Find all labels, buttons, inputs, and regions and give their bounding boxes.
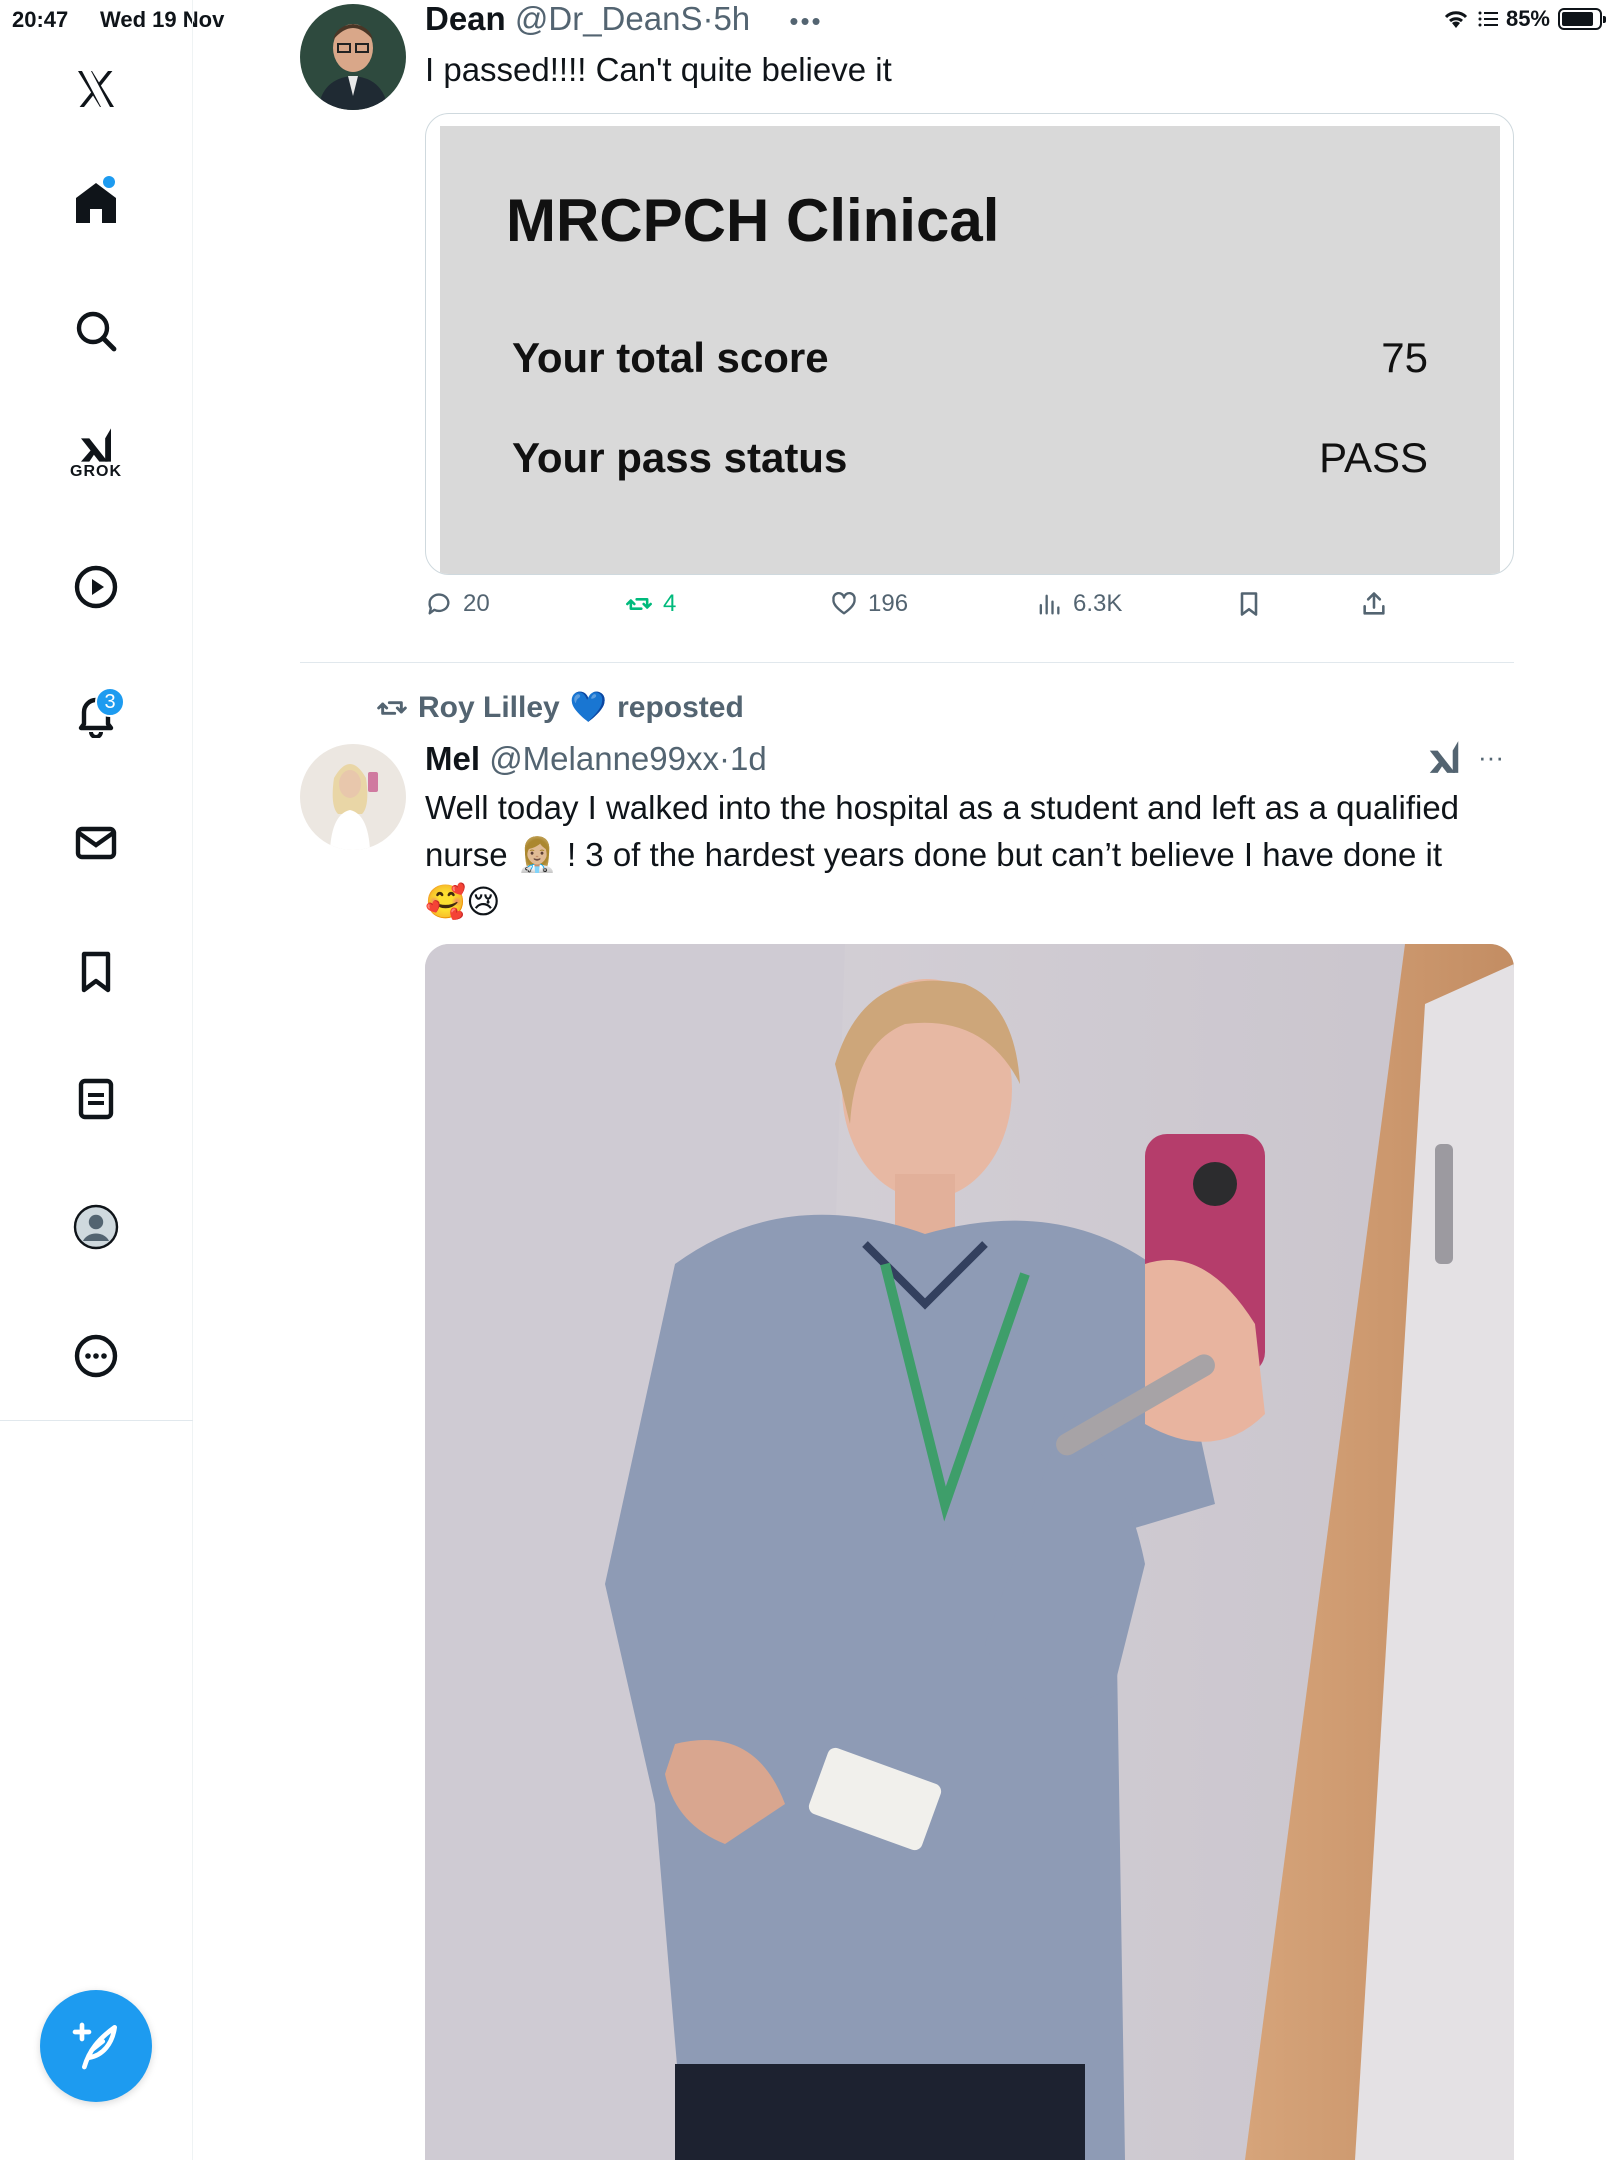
grok-icon bbox=[1429, 741, 1459, 773]
result-image[interactable]: MRCPCH Clinical Your total score 75 Your… bbox=[425, 113, 1514, 575]
reply-button[interactable]: 20 bbox=[425, 590, 490, 618]
author-handle[interactable]: @Dr_DeanS bbox=[515, 0, 703, 37]
status-indicators: 85% bbox=[1442, 6, 1606, 32]
grok-explain-button[interactable] bbox=[1425, 738, 1463, 781]
battery-level bbox=[1562, 12, 1593, 26]
header-separator: · bbox=[702, 0, 714, 37]
grok-icon bbox=[81, 428, 111, 462]
more-options-button[interactable]: ··· bbox=[1478, 742, 1504, 773]
battery-percent: 85% bbox=[1505, 6, 1550, 31]
sidebar: GROK 3 bbox=[0, 0, 193, 2160]
tweet-text: Well today I walked into the hospital as… bbox=[425, 784, 1459, 925]
tweet-divider bbox=[300, 662, 1514, 663]
tweet-header: Dean @Dr_DeanS·5h ••• bbox=[425, 0, 823, 38]
focus-list-icon bbox=[1478, 11, 1498, 27]
card-title: MRCPCH Clinical bbox=[506, 187, 1000, 254]
tweet-text: I passed!!!! Can't quite believe it bbox=[425, 51, 892, 88]
repost-button[interactable]: 4 bbox=[625, 590, 676, 618]
notification-badge: 3 bbox=[95, 687, 125, 717]
tweet-text-line: Well today I walked into the hospital as… bbox=[425, 789, 1460, 826]
sidebar-item-videos[interactable] bbox=[55, 546, 137, 628]
sidebar-item-more[interactable] bbox=[55, 1315, 137, 1397]
grok-label: GROK bbox=[70, 463, 122, 480]
author-name[interactable]: Mel bbox=[425, 740, 480, 777]
repost-icon bbox=[377, 700, 407, 715]
share-button[interactable] bbox=[1360, 590, 1388, 618]
sidebar-item-bookmarks[interactable] bbox=[55, 931, 137, 1013]
like-count: 196 bbox=[868, 590, 909, 617]
author-name[interactable]: Dean bbox=[425, 0, 506, 37]
repost-icon bbox=[626, 598, 652, 610]
avatar-mel-image bbox=[300, 744, 406, 850]
sidebar-divider bbox=[0, 1420, 193, 1421]
battery-icon bbox=[1558, 8, 1606, 30]
play-icon bbox=[74, 565, 118, 609]
repost-context[interactable]: Roy Lilley 💙 reposted bbox=[376, 690, 744, 725]
sidebar-item-lists[interactable] bbox=[55, 1058, 137, 1140]
blue-heart-emoji: 💙 bbox=[569, 691, 608, 724]
bookmark-button[interactable] bbox=[1235, 590, 1263, 618]
more-options-button[interactable]: ••• bbox=[789, 6, 822, 36]
tweet-actions: 20 4 196 6.3K bbox=[425, 590, 1425, 630]
sidebar-item-notifications[interactable]: 3 bbox=[55, 673, 137, 755]
sidebar-item-grok[interactable]: GROK bbox=[55, 412, 137, 494]
sidebar-item-profile[interactable] bbox=[55, 1186, 137, 1268]
wifi-icon bbox=[1444, 11, 1468, 28]
author-handle[interactable]: @Melanne99xx bbox=[489, 740, 719, 777]
sidebar-item-explore[interactable] bbox=[55, 290, 137, 372]
share-icon bbox=[1363, 592, 1385, 615]
status-value: PASS bbox=[1319, 434, 1428, 481]
bookmark-icon bbox=[1240, 592, 1258, 616]
profile-icon bbox=[73, 1204, 119, 1250]
x-logo-icon bbox=[78, 71, 114, 107]
avatar-mel[interactable] bbox=[300, 744, 406, 850]
search-icon bbox=[76, 311, 117, 352]
avatar-dean[interactable] bbox=[300, 4, 406, 110]
bookmark-icon bbox=[81, 951, 111, 993]
reposted-label: reposted bbox=[617, 690, 744, 724]
reply-icon bbox=[428, 593, 450, 615]
like-button[interactable]: 196 bbox=[830, 590, 908, 618]
compose-icon bbox=[72, 2022, 117, 2070]
heart-icon bbox=[832, 591, 856, 615]
tweet-time[interactable]: 5h bbox=[713, 0, 750, 37]
sidebar-item-home[interactable] bbox=[55, 162, 137, 244]
list-icon bbox=[78, 1078, 114, 1120]
reposter-name: Roy Lilley bbox=[418, 690, 560, 724]
unread-dot bbox=[103, 176, 115, 188]
more-icon bbox=[74, 1334, 118, 1378]
tweet-text-line: nurse 👩🏼‍⚕️ ! 3 of the hardest years don… bbox=[425, 836, 1443, 873]
score-label: Your total score bbox=[512, 334, 829, 381]
score-value: 75 bbox=[1381, 334, 1428, 381]
status-label: Your pass status bbox=[512, 434, 848, 481]
repost-count: 4 bbox=[663, 590, 677, 617]
views-count: 6.3K bbox=[1073, 590, 1123, 617]
tweet-text-line: 🥰😢 bbox=[425, 883, 501, 920]
tweet-time[interactable]: 1d bbox=[730, 740, 767, 777]
result-card: MRCPCH Clinical Your total score 75 Your… bbox=[440, 126, 1500, 574]
avatar-dean-image bbox=[300, 4, 406, 110]
tweet-photo[interactable] bbox=[425, 944, 1514, 2160]
sidebar-item-messages[interactable] bbox=[55, 802, 137, 884]
mirror-selfie-image bbox=[425, 944, 1514, 2160]
reply-count: 20 bbox=[463, 590, 490, 617]
tweet-header: Mel @Melanne99xx·1d bbox=[425, 740, 767, 778]
header-separator: · bbox=[718, 740, 730, 777]
compose-button[interactable] bbox=[40, 1990, 152, 2102]
x-logo[interactable] bbox=[55, 48, 137, 130]
views-icon bbox=[1039, 594, 1060, 615]
mail-icon bbox=[75, 826, 117, 860]
views-button[interactable]: 6.3K bbox=[1035, 590, 1122, 618]
